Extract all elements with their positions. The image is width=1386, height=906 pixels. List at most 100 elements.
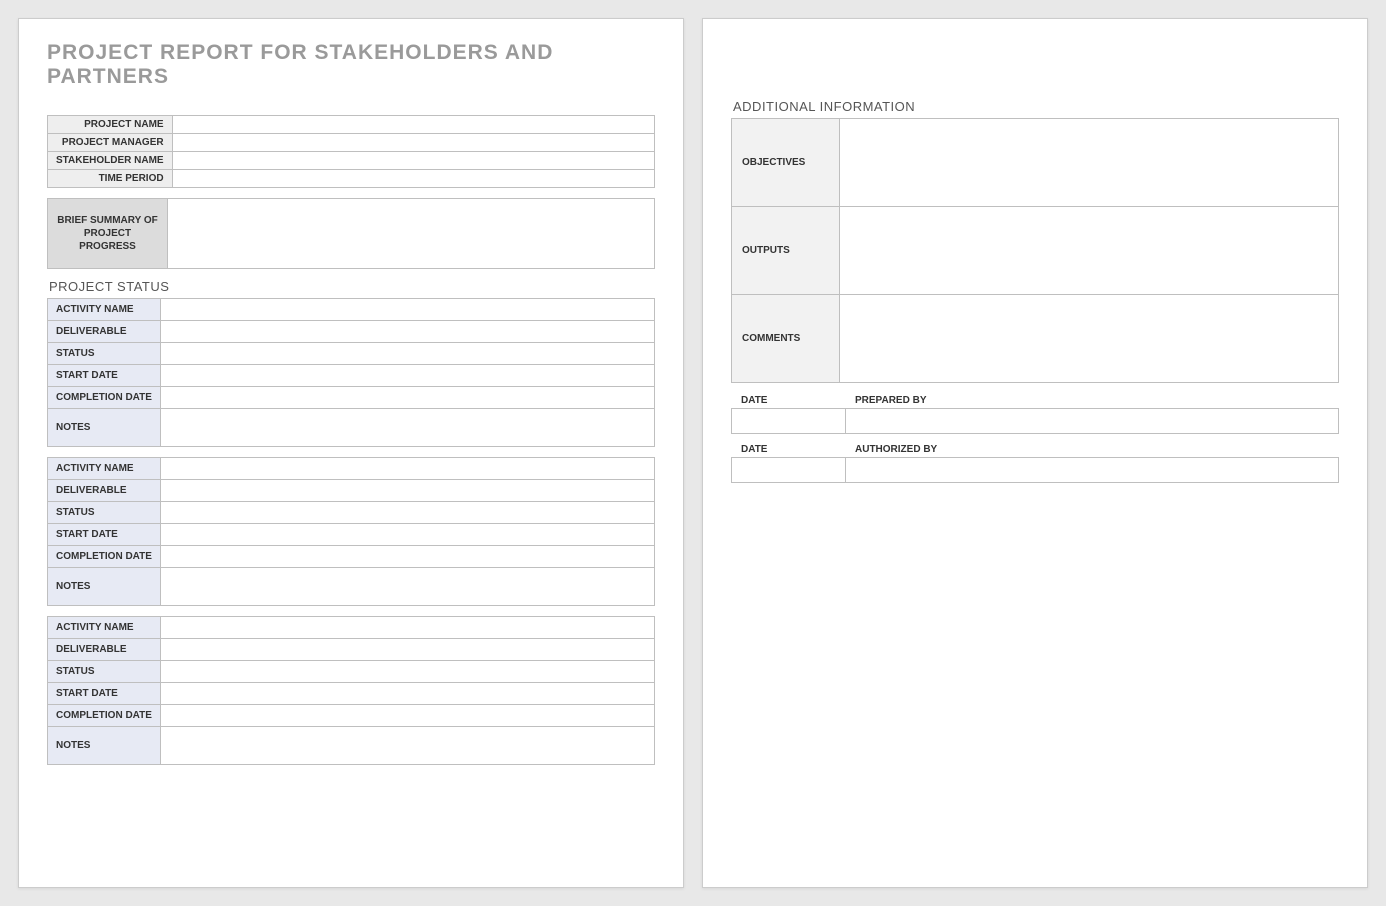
table-row: START DATE — [48, 365, 655, 387]
value-activity_name[interactable] — [160, 617, 654, 639]
value-time-period[interactable] — [172, 170, 654, 188]
label-project-manager: PROJECT MANAGER — [48, 134, 173, 152]
additional-info-heading: ADDITIONAL INFORMATION — [733, 99, 1339, 114]
table-row: DELIVERABLE — [48, 639, 655, 661]
activity-table: ACTIVITY NAMEDELIVERABLESTATUSSTART DATE… — [47, 616, 655, 765]
signoff-prepared-row — [731, 408, 1339, 434]
value-prepared-date[interactable] — [732, 409, 846, 433]
label-project-name: PROJECT NAME — [48, 116, 173, 134]
row-objectives: OBJECTIVES — [732, 119, 1339, 207]
value-status[interactable] — [160, 343, 654, 365]
page-left: PROJECT REPORT FOR STAKEHOLDERS AND PART… — [18, 18, 684, 888]
value-notes[interactable] — [160, 409, 654, 447]
row-project-manager: PROJECT MANAGER — [48, 134, 655, 152]
table-row: START DATE — [48, 524, 655, 546]
activity-table: ACTIVITY NAMEDELIVERABLESTATUSSTART DATE… — [47, 457, 655, 606]
value-start_date[interactable] — [160, 524, 654, 546]
label-prepared-date: DATE — [731, 393, 845, 408]
label-deliverable: DELIVERABLE — [48, 639, 161, 661]
signoff-authorized-header: DATE AUTHORIZED BY — [731, 442, 1339, 457]
label-authorized-by: AUTHORIZED BY — [845, 442, 1339, 457]
label-start_date: START DATE — [48, 365, 161, 387]
value-summary[interactable] — [168, 199, 655, 269]
value-completion_date[interactable] — [160, 546, 654, 568]
row-project-name: PROJECT NAME — [48, 116, 655, 134]
value-completion_date[interactable] — [160, 387, 654, 409]
row-summary: BRIEF SUMMARY OF PROJECT PROGRESS — [48, 199, 655, 269]
value-project-manager[interactable] — [172, 134, 654, 152]
value-activity_name[interactable] — [160, 458, 654, 480]
value-activity_name[interactable] — [160, 299, 654, 321]
value-notes[interactable] — [160, 727, 654, 765]
label-comments: COMMENTS — [732, 295, 840, 383]
signoff-prepared-header: DATE PREPARED BY — [731, 393, 1339, 408]
activities-container: ACTIVITY NAMEDELIVERABLESTATUSSTART DATE… — [47, 298, 655, 765]
page-title: PROJECT REPORT FOR STAKEHOLDERS AND PART… — [47, 41, 655, 89]
value-status[interactable] — [160, 502, 654, 524]
label-objectives: OBJECTIVES — [732, 119, 840, 207]
row-time-period: TIME PERIOD — [48, 170, 655, 188]
signoff-authorized: DATE AUTHORIZED BY — [731, 442, 1339, 483]
project-status-heading: PROJECT STATUS — [49, 279, 655, 294]
summary-table: BRIEF SUMMARY OF PROJECT PROGRESS — [47, 198, 655, 269]
table-row: NOTES — [48, 727, 655, 765]
table-row: NOTES — [48, 409, 655, 447]
table-row: STATUS — [48, 343, 655, 365]
label-activity_name: ACTIVITY NAME — [48, 299, 161, 321]
table-row: DELIVERABLE — [48, 321, 655, 343]
page-right: ADDITIONAL INFORMATION OBJECTIVES OUTPUT… — [702, 18, 1368, 888]
label-completion_date: COMPLETION DATE — [48, 387, 161, 409]
label-prepared-by: PREPARED BY — [845, 393, 1339, 408]
label-activity_name: ACTIVITY NAME — [48, 458, 161, 480]
label-status: STATUS — [48, 343, 161, 365]
row-stakeholder-name: STAKEHOLDER NAME — [48, 152, 655, 170]
value-project-name[interactable] — [172, 116, 654, 134]
signoff-prepared: DATE PREPARED BY — [731, 393, 1339, 434]
value-notes[interactable] — [160, 568, 654, 606]
label-notes: NOTES — [48, 568, 161, 606]
label-start_date: START DATE — [48, 524, 161, 546]
table-row: ACTIVITY NAME — [48, 458, 655, 480]
value-comments[interactable] — [840, 295, 1339, 383]
row-outputs: OUTPUTS — [732, 207, 1339, 295]
value-start_date[interactable] — [160, 683, 654, 705]
value-authorized-by[interactable] — [846, 458, 1338, 482]
label-completion_date: COMPLETION DATE — [48, 705, 161, 727]
additional-info-table: OBJECTIVES OUTPUTS COMMENTS — [731, 118, 1339, 383]
value-deliverable[interactable] — [160, 480, 654, 502]
label-authorized-date: DATE — [731, 442, 845, 457]
value-deliverable[interactable] — [160, 639, 654, 661]
label-deliverable: DELIVERABLE — [48, 321, 161, 343]
table-row: ACTIVITY NAME — [48, 617, 655, 639]
label-activity_name: ACTIVITY NAME — [48, 617, 161, 639]
activity-table: ACTIVITY NAMEDELIVERABLESTATUSSTART DATE… — [47, 298, 655, 447]
label-notes: NOTES — [48, 409, 161, 447]
value-deliverable[interactable] — [160, 321, 654, 343]
label-completion_date: COMPLETION DATE — [48, 546, 161, 568]
value-objectives[interactable] — [840, 119, 1339, 207]
table-row: COMPLETION DATE — [48, 387, 655, 409]
value-start_date[interactable] — [160, 365, 654, 387]
table-row: NOTES — [48, 568, 655, 606]
table-row: ACTIVITY NAME — [48, 299, 655, 321]
value-prepared-by[interactable] — [846, 409, 1338, 433]
table-row: START DATE — [48, 683, 655, 705]
table-row: COMPLETION DATE — [48, 705, 655, 727]
table-row: STATUS — [48, 502, 655, 524]
header-info-table: PROJECT NAME PROJECT MANAGER STAKEHOLDER… — [47, 115, 655, 188]
value-status[interactable] — [160, 661, 654, 683]
signoff-authorized-row — [731, 457, 1339, 483]
value-authorized-date[interactable] — [732, 458, 846, 482]
row-comments: COMMENTS — [732, 295, 1339, 383]
label-summary: BRIEF SUMMARY OF PROJECT PROGRESS — [48, 199, 168, 269]
label-start_date: START DATE — [48, 683, 161, 705]
label-status: STATUS — [48, 502, 161, 524]
table-row: STATUS — [48, 661, 655, 683]
label-deliverable: DELIVERABLE — [48, 480, 161, 502]
label-stakeholder-name: STAKEHOLDER NAME — [48, 152, 173, 170]
value-completion_date[interactable] — [160, 705, 654, 727]
value-stakeholder-name[interactable] — [172, 152, 654, 170]
label-time-period: TIME PERIOD — [48, 170, 173, 188]
value-outputs[interactable] — [840, 207, 1339, 295]
table-row: DELIVERABLE — [48, 480, 655, 502]
